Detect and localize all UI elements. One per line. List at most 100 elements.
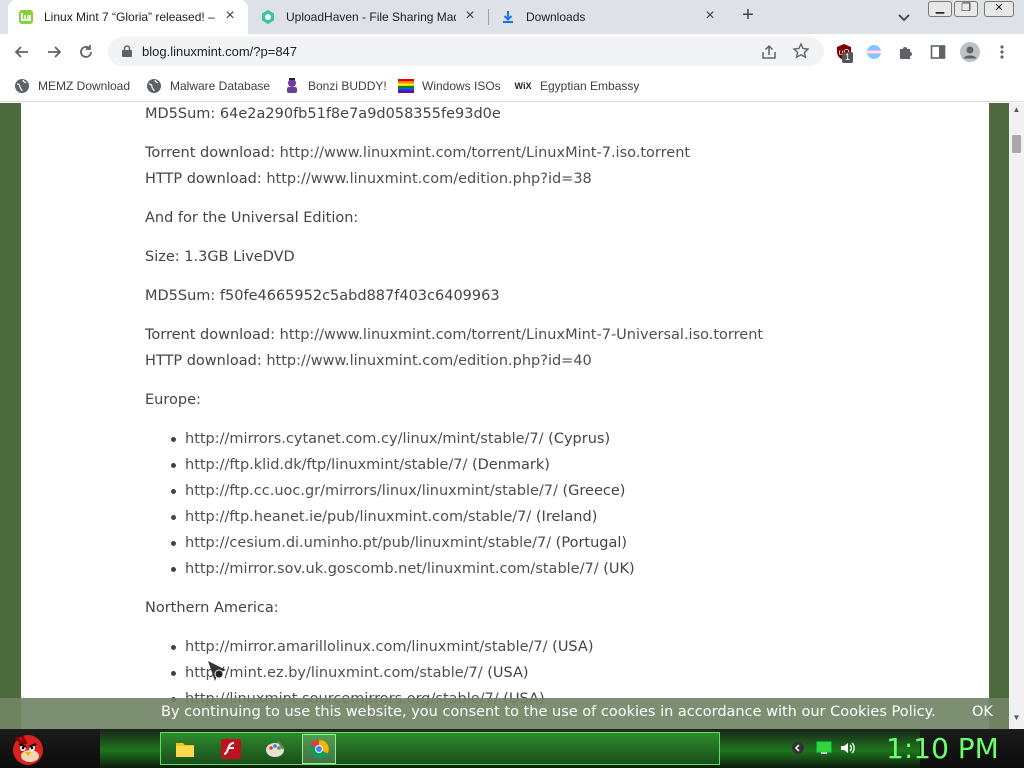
download-icon	[500, 9, 516, 25]
torrent-link-main[interactable]: http://www.linuxmint.com/torrent/LinuxMi…	[280, 145, 690, 161]
torrent-download-universal: Torrent download: http://www.linuxmint.c…	[145, 325, 763, 345]
back-arrow-icon	[14, 46, 28, 58]
bookmark-memz-download[interactable]: MEMZ Download	[14, 76, 130, 96]
bookmark-egyptian-embassy[interactable]: WiX Egyptian Embassy	[514, 76, 640, 96]
tray-chevron-icon[interactable]	[790, 740, 806, 756]
lock-icon[interactable]	[120, 44, 134, 63]
file-explorer-taskbar-icon[interactable]	[168, 734, 202, 764]
bookmark-malware-database[interactable]: Malware Database	[146, 76, 270, 96]
mirror-country: (Ireland)	[531, 509, 598, 525]
scroll-thumb[interactable]	[1012, 135, 1021, 153]
close-window-button[interactable]: ✕	[984, 1, 1014, 17]
mirror-link[interactable]: http://cesium.di.uminho.pt/pub/linuxmint…	[185, 535, 551, 551]
tab-title: Linux Mint 7 “Gloria” released! –	[44, 10, 215, 24]
mirror-country: (USA)	[482, 665, 529, 681]
network-tray-icon[interactable]	[816, 740, 832, 756]
new-tab-button[interactable]: +	[737, 5, 759, 27]
url-text[interactable]: blog.linuxmint.com/?p=847	[142, 44, 297, 59]
chrome-taskbar-icon[interactable]	[302, 734, 336, 764]
bonzi-gorilla-icon	[284, 78, 300, 94]
tab-downloads[interactable]: Downloads ×	[490, 0, 728, 34]
volume-tray-icon[interactable]	[840, 740, 856, 756]
http-download-universal: HTTP download: http://www.linuxmint.com/…	[145, 351, 592, 371]
tab-uploadhaven[interactable]: UploadHaven - File Sharing Made ×	[250, 0, 488, 34]
cookie-message: By continuing to use this website, you c…	[161, 704, 936, 720]
tab-linux-mint[interactable]: Linux Mint 7 “Gloria” released! – ×	[8, 0, 248, 34]
mirror-link[interactable]: http://ftp.heanet.ie/pub/linuxmint.com/s…	[185, 509, 531, 525]
tab-close-icon[interactable]: ×	[462, 8, 478, 25]
tab-title: UploadHaven - File Sharing Made	[286, 10, 456, 24]
http-link-universal[interactable]: http://www.linuxmint.com/edition.php?id=…	[266, 353, 591, 369]
maximize-button[interactable]: ❐	[954, 1, 978, 17]
vertical-scrollbar[interactable]: ▲ ▼	[1009, 103, 1024, 729]
list-item: http://cesium.di.uminho.pt/pub/linuxmint…	[170, 533, 628, 553]
bookmark-label: Egyptian Embassy	[540, 79, 640, 93]
scroll-down-arrow-icon[interactable]: ▼	[1009, 713, 1024, 725]
mirror-country: (USA)	[547, 639, 594, 655]
share-icon[interactable]	[760, 43, 778, 66]
paint-taskbar-icon[interactable]	[258, 734, 292, 764]
bookmark-label: Windows ISOs	[422, 79, 501, 93]
europe-heading: Europe:	[145, 392, 201, 408]
list-item: http://mirror.amarillolinux.com/linuxmin…	[170, 637, 594, 657]
http-label: HTTP download:	[145, 171, 267, 187]
uploadhaven-favicon-icon	[260, 9, 276, 25]
address-bar[interactable]: blog.linuxmint.com/?p=847	[108, 37, 824, 66]
cookie-consent-bar: By continuing to use this website, you c…	[0, 698, 1009, 729]
cookie-ok-button[interactable]: OK	[972, 704, 993, 720]
reload-button[interactable]	[74, 40, 98, 64]
bookmark-label: MEMZ Download	[38, 79, 131, 93]
flash-taskbar-icon[interactable]	[214, 734, 248, 764]
mirror-country: (Cyprus)	[543, 431, 611, 447]
cookie-consent-text: By continuing to use this website, you c…	[161, 704, 936, 720]
ublock-extension-icon[interactable]: uO 1	[832, 40, 856, 64]
page-viewport[interactable]: MD5Sum: 64e2a290fb51f8e7a9d058355fe93d0e…	[0, 103, 1009, 729]
md5sum-main: MD5Sum: 64e2a290fb51f8e7a9d058355fe93d0e	[145, 106, 501, 122]
color-extension-icon[interactable]	[862, 40, 886, 64]
list-item: http://mirror.sov.uk.goscomb.net/linuxmi…	[171, 559, 635, 579]
minimize-button[interactable]: ▁	[928, 1, 952, 17]
globe-icon	[146, 78, 162, 94]
bookmark-windows-isos[interactable]: Windows ISOs	[398, 76, 501, 96]
mirror-country: (Portugal)	[551, 535, 628, 551]
mirror-link[interactable]: http://mirror.amarillolinux.com/linuxmin…	[185, 639, 548, 655]
torrent-link-universal[interactable]: http://www.linuxmint.com/torrent/LinuxMi…	[280, 327, 763, 343]
torrent-label: Torrent download:	[145, 145, 280, 161]
universal-heading: And for the Universal Edition:	[145, 210, 359, 226]
universal-size: Size: 1.3GB LiveDVD	[145, 249, 295, 265]
tab-close-icon[interactable]: ×	[222, 8, 238, 25]
list-item: http://ftp.cc.uoc.gr/mirrors/linux/linux…	[170, 481, 626, 501]
reload-icon	[80, 45, 92, 58]
mirror-link[interactable]: http://ftp.cc.uoc.gr/mirrors/linux/linux…	[185, 483, 558, 499]
taskbar-clock[interactable]: 1:10 PM	[886, 732, 999, 765]
browser-toolbar: blog.linuxmint.com/?p=847 uO 1	[0, 34, 1024, 70]
mirror-country: (Denmark)	[467, 457, 550, 473]
taskbar: 1:10 PM	[0, 729, 1024, 768]
forward-button[interactable]	[42, 40, 66, 64]
menu-kebab-icon[interactable]	[990, 40, 1014, 64]
back-button[interactable]	[10, 40, 34, 64]
scroll-up-arrow-icon[interactable]: ▲	[1009, 105, 1024, 117]
tab-search-chevron-icon[interactable]	[895, 8, 913, 26]
mirror-link[interactable]: http://ftp.klid.dk/ftp/linuxmint/stable/…	[185, 457, 467, 473]
angry-bird-start-button-icon[interactable]	[8, 730, 48, 767]
profile-avatar-icon[interactable]	[958, 40, 982, 64]
torrent-label: Torrent download:	[145, 327, 280, 343]
mirror-link[interactable]: http://mirrors.cytanet.com.cy/linux/mint…	[185, 431, 544, 447]
side-panel-icon[interactable]	[926, 40, 950, 64]
tab-strip: Linux Mint 7 “Gloria” released! – × Uplo…	[0, 0, 1024, 34]
mirror-country: (Greece)	[557, 483, 626, 499]
http-link-main[interactable]: http://www.linuxmint.com/edition.php?id=…	[266, 171, 591, 187]
torrent-download-main: Torrent download: http://www.linuxmint.c…	[145, 143, 690, 163]
bookmarks-bar: MEMZ Download Malware Database Bonzi BUD…	[0, 70, 1024, 102]
tab-close-icon[interactable]: ×	[702, 8, 718, 25]
tab-separator	[488, 9, 489, 25]
tab-title: Downloads	[526, 10, 586, 24]
mirror-link[interactable]: http://mirror.sov.uk.goscomb.net/linuxmi…	[185, 561, 599, 577]
bookmark-star-icon[interactable]	[792, 42, 810, 65]
bookmark-label: Bonzi BUDDY!	[308, 79, 387, 93]
list-item: http://mirrors.cytanet.com.cy/linux/mint…	[170, 429, 611, 449]
extensions-puzzle-icon[interactable]	[894, 40, 918, 64]
bookmark-bonzi-buddy[interactable]: Bonzi BUDDY!	[284, 76, 387, 96]
mirror-country: (UK)	[598, 561, 635, 577]
